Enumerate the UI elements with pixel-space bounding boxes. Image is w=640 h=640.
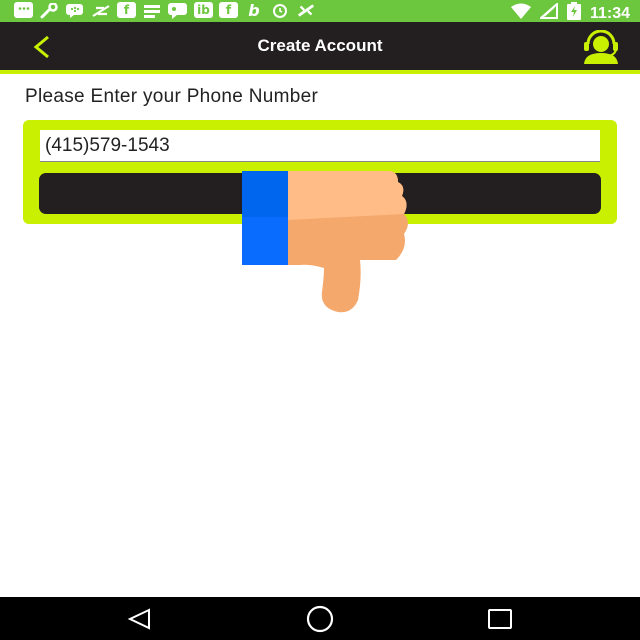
facebook-icon: f [117, 2, 136, 18]
app-bar [0, 22, 640, 70]
facebook-icon: f [219, 2, 238, 18]
ib-icon: ib [194, 2, 213, 18]
support-button[interactable] [580, 29, 622, 64]
phone-number-input[interactable] [40, 130, 600, 162]
notification-icons: f ib f b [14, 1, 316, 20]
phone-prompt-label: Please Enter your Phone Number [25, 86, 319, 107]
equalizer-icon [142, 2, 162, 19]
home-circle-icon [306, 605, 334, 632]
chevron-left-icon [33, 35, 49, 59]
b-icon: b [248, 1, 260, 20]
nav-back-button[interactable] [110, 597, 170, 640]
back-triangle-icon [127, 607, 150, 630]
submit-button[interactable] [39, 173, 601, 214]
app-bar-accent-line [0, 70, 640, 74]
nav-home-button[interactable] [290, 597, 350, 640]
wifi-icon [510, 3, 532, 24]
app-icon [91, 2, 111, 19]
status-bar: f ib f b 11:34 [0, 0, 640, 22]
nav-recents-button[interactable] [470, 597, 530, 640]
support-agent-icon [584, 29, 618, 64]
back-button[interactable] [28, 33, 56, 61]
wrench-icon [39, 2, 59, 19]
chat-icon [168, 2, 188, 19]
signal-icon [538, 1, 558, 24]
alarm-icon [270, 2, 290, 19]
status-time: 11:34 [589, 4, 630, 22]
recents-square-icon [488, 608, 512, 629]
bbm-icon [65, 2, 85, 19]
message-icon [14, 2, 33, 18]
no-sim-icon [296, 2, 316, 19]
